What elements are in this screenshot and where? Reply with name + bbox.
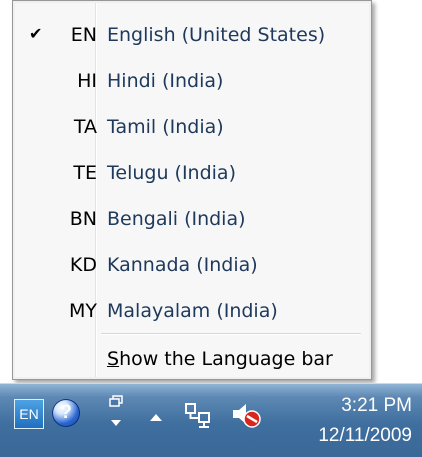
language-code: EN	[70, 24, 97, 46]
network-icon[interactable]	[183, 399, 213, 429]
language-label: Bengali (India)	[107, 208, 246, 230]
checkmark-icon: ✔	[29, 24, 43, 43]
language-item-en[interactable]: ✔ EN English (United States)	[15, 12, 369, 58]
language-code: KD	[69, 254, 97, 276]
language-code: MY	[69, 300, 97, 322]
language-label: Malayalam (India)	[107, 300, 278, 322]
volume-muted-icon[interactable]	[230, 399, 262, 429]
language-label: Tamil (India)	[107, 116, 224, 138]
language-code: HI	[77, 70, 97, 92]
language-list: ✔ EN English (United States) HI Hindi (I…	[15, 12, 369, 334]
language-code: BN	[69, 208, 97, 230]
language-item-my[interactable]: MY Malayalam (India)	[15, 288, 369, 334]
show-language-bar-label: Show the Language bar	[107, 347, 333, 371]
clock-date: 12/11/2009	[318, 425, 412, 446]
mnemonic-letter: S	[107, 348, 120, 370]
language-code: TE	[73, 162, 97, 184]
input-language-indicator[interactable]: EN	[14, 399, 44, 429]
system-clock[interactable]: 3:21 PM 12/11/2009	[278, 390, 412, 452]
show-language-bar-text: how the Language bar	[119, 348, 333, 370]
show-language-bar-item[interactable]: Show the Language bar	[15, 340, 369, 378]
language-label: Hindi (India)	[107, 70, 224, 92]
language-menu-body: ✔ EN English (United States) HI Hindi (I…	[15, 3, 369, 377]
language-item-hi[interactable]: HI Hindi (India)	[15, 58, 369, 104]
language-label: Kannada (India)	[107, 254, 258, 276]
menu-separator	[101, 333, 361, 335]
language-item-te[interactable]: TE Telugu (India)	[15, 150, 369, 196]
show-hidden-icons-arrow[interactable]	[149, 408, 163, 421]
taskbar-notification-area: EN ? 3:21 PM 12/11/2009	[0, 383, 422, 457]
language-label: Telugu (India)	[107, 162, 236, 184]
clock-time: 3:21 PM	[341, 395, 412, 416]
language-label: English (United States)	[107, 24, 326, 46]
language-item-ta[interactable]: TA Tamil (India)	[15, 104, 369, 150]
restore-icon[interactable]	[104, 394, 128, 434]
language-item-bn[interactable]: BN Bengali (India)	[15, 196, 369, 242]
language-item-kd[interactable]: KD Kannada (India)	[15, 242, 369, 288]
language-menu: ✔ EN English (United States) HI Hindi (I…	[12, 0, 372, 380]
language-code: TA	[73, 116, 97, 138]
help-icon[interactable]: ?	[52, 399, 80, 427]
